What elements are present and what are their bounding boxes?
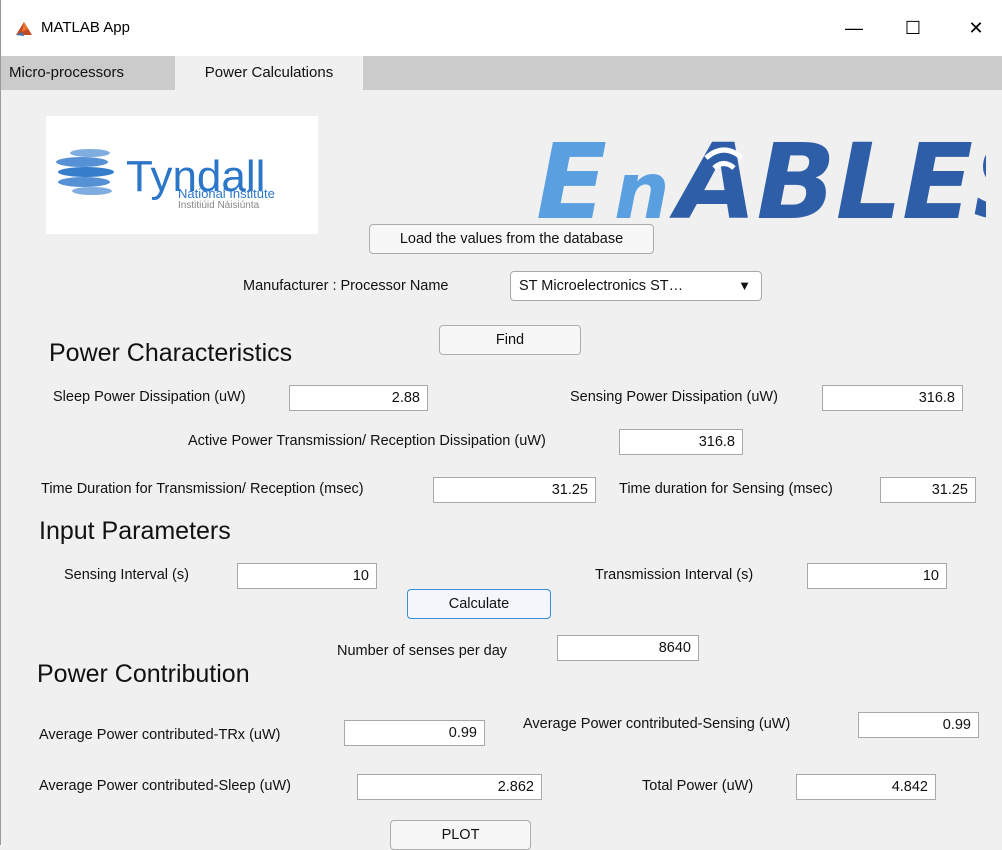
load-database-button[interactable]: Load the values from the database bbox=[369, 224, 654, 254]
processor-selected: ST Microelectronics ST… bbox=[519, 278, 684, 294]
avg-power-trx-field[interactable]: 0.99 bbox=[344, 720, 485, 746]
sensing-interval-label: Sensing Interval (s) bbox=[64, 567, 189, 583]
active-power-field[interactable]: 316.8 bbox=[619, 429, 743, 455]
find-button[interactable]: Find bbox=[439, 325, 581, 355]
total-power-field[interactable]: 4.842 bbox=[796, 774, 936, 800]
calculate-button[interactable]: Calculate bbox=[407, 589, 551, 619]
maximize-icon: ☐ bbox=[904, 17, 922, 38]
manufacturer-label: Manufacturer : Processor Name bbox=[243, 278, 449, 294]
title-bar: MATLAB App — ☐ ✕ bbox=[1, 0, 1002, 56]
sensing-duration-label: Time duration for Sensing (msec) bbox=[619, 481, 833, 497]
trx-duration-field[interactable]: 31.25 bbox=[433, 477, 596, 503]
minimize-icon: — bbox=[845, 17, 863, 38]
svg-text:E: E bbox=[536, 121, 607, 236]
close-button[interactable]: ✕ bbox=[953, 8, 999, 48]
transmission-interval-field[interactable]: 10 bbox=[807, 563, 947, 589]
enables-logo: E n ABLES bbox=[536, 121, 986, 236]
sensing-power-label: Sensing Power Dissipation (uW) bbox=[570, 389, 778, 405]
senses-per-day-label: Number of senses per day bbox=[337, 643, 508, 659]
tab-micro-processors[interactable]: Micro-processors bbox=[9, 56, 124, 90]
plot-button[interactable]: PLOT bbox=[390, 820, 531, 850]
maximize-button[interactable]: ☐ bbox=[890, 8, 936, 48]
input-parameters-heading: Input Parameters bbox=[39, 517, 231, 545]
tab-bar: Micro-processors Power Calculations bbox=[1, 56, 1002, 90]
tyndall-subtitle: National Institute bbox=[178, 186, 275, 201]
svg-text:ABLES: ABLES bbox=[669, 121, 986, 236]
matlab-icon bbox=[16, 22, 32, 36]
tyndall-logo: Tyndall National Institute Institiúid Ná… bbox=[46, 116, 318, 234]
window-title: MATLAB App bbox=[41, 19, 130, 36]
dropdown-arrow-icon: ▼ bbox=[738, 278, 751, 293]
tab-power-calculations[interactable]: Power Calculations bbox=[175, 56, 363, 90]
transmission-interval-label: Transmission Interval (s) bbox=[595, 567, 754, 583]
power-contribution-heading: Power Contribution bbox=[37, 660, 250, 688]
sensing-duration-field[interactable]: 31.25 bbox=[880, 477, 976, 503]
close-icon: ✕ bbox=[968, 17, 984, 38]
processor-dropdown[interactable]: ST Microelectronics ST… ▼ bbox=[510, 271, 762, 301]
tyndall-irish-subtitle: Institiúid Náisiúnta bbox=[178, 200, 260, 211]
avg-power-sensing-field[interactable]: 0.99 bbox=[858, 712, 979, 738]
avg-power-sleep-label: Average Power contributed-Sleep (uW) bbox=[39, 778, 291, 794]
sensing-interval-field[interactable]: 10 bbox=[237, 563, 377, 589]
minimize-button[interactable]: — bbox=[831, 8, 877, 48]
total-power-label: Total Power (uW) bbox=[642, 778, 754, 794]
sensing-power-field[interactable]: 316.8 bbox=[822, 385, 963, 411]
app-window: MATLAB App — ☐ ✕ Micro-processors Power … bbox=[0, 0, 1002, 850]
avg-power-sensing-label: Average Power contributed-Sensing (uW) bbox=[523, 716, 791, 732]
sleep-power-field[interactable]: 2.88 bbox=[289, 385, 428, 411]
active-power-label: Active Power Transmission/ Reception Dis… bbox=[188, 433, 546, 449]
senses-per-day-field[interactable]: 8640 bbox=[557, 635, 699, 661]
trx-duration-label: Time Duration for Transmission/ Receptio… bbox=[41, 481, 364, 497]
avg-power-trx-label: Average Power contributed-TRx (uW) bbox=[39, 727, 281, 743]
sleep-power-label: Sleep Power Dissipation (uW) bbox=[53, 389, 246, 405]
avg-power-sleep-field[interactable]: 2.862 bbox=[357, 774, 542, 800]
power-characteristics-heading: Power Characteristics bbox=[49, 339, 293, 367]
svg-text:n: n bbox=[614, 147, 670, 236]
